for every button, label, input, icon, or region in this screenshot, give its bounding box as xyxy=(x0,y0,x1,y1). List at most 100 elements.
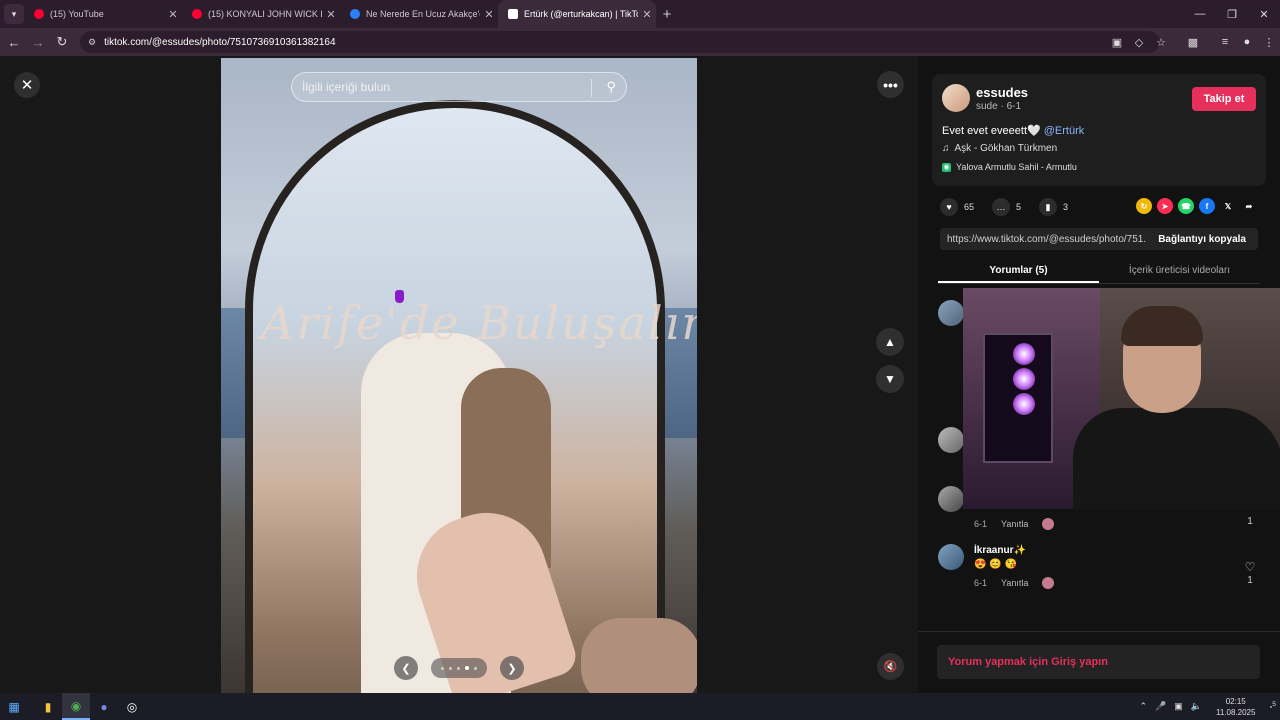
tab-tiktok[interactable]: Ertürk (@erturkakcan) | TikTok ✕ xyxy=(498,0,656,28)
comment-avatar[interactable] xyxy=(938,427,964,453)
login-to-comment-button[interactable]: Yorum yapmak için Giriş yapın xyxy=(937,645,1260,679)
new-tab-button[interactable]: + xyxy=(656,6,678,23)
comment-avatar[interactable] xyxy=(938,486,964,512)
comment-icon[interactable]: … xyxy=(992,198,1011,216)
more-options-icon[interactable]: ••• xyxy=(877,71,904,98)
url-text: tiktok.com/@essudes/photo/75107369103613… xyxy=(104,36,336,48)
heart-icon[interactable]: ♡ xyxy=(1243,560,1257,574)
share-arrow-icon[interactable]: ➦ xyxy=(1241,198,1257,214)
previous-post-button[interactable]: ▲ xyxy=(876,328,904,356)
send-icon[interactable]: ➤ xyxy=(1157,198,1173,214)
back-icon[interactable]: ← xyxy=(2,35,26,50)
reload-icon[interactable]: ↻ xyxy=(50,34,74,50)
music-link[interactable]: ♫ Aşk - Gökhan Türkmen xyxy=(942,143,1057,154)
tab-comments[interactable]: Yorumlar (5) xyxy=(938,260,1099,283)
tab-label: (15) KONYALI JOHN WICK EV 2! xyxy=(208,9,322,19)
site-info-icon[interactable]: ⚙ xyxy=(88,37,96,48)
music-note-icon: ♫ xyxy=(942,143,953,154)
reply-button[interactable]: Yanıtla xyxy=(1001,519,1028,529)
close-window-icon[interactable]: ✕ xyxy=(1248,0,1280,28)
youtube-icon xyxy=(192,9,202,19)
windows-start-icon[interactable]: ▦ xyxy=(0,693,28,720)
tab-creator-videos[interactable]: İçerik üreticisi videoları xyxy=(1099,260,1260,283)
follow-button[interactable]: Takip et xyxy=(1192,87,1256,111)
close-tab-icon[interactable]: ✕ xyxy=(480,8,498,21)
comment-author[interactable]: İkraanur✨ xyxy=(974,545,1026,556)
close-tab-icon[interactable]: ✕ xyxy=(322,8,340,21)
menu-icon[interactable]: ⋮ xyxy=(1258,36,1280,49)
whatsapp-icon[interactable]: ☎ xyxy=(1178,198,1194,214)
post-actions: ♥ 65 … 5 ▮ 3 xyxy=(940,198,1086,216)
webcam-streamer-body xyxy=(1073,408,1280,509)
microphone-icon[interactable]: 🎤 xyxy=(1155,701,1166,712)
carousel-prev-icon[interactable]: ❮ xyxy=(394,656,418,680)
restore-icon[interactable]: ❐ xyxy=(1216,0,1248,28)
webcam-fan xyxy=(1013,368,1035,390)
mute-icon[interactable]: 🔇 xyxy=(877,653,904,680)
network-icon[interactable]: ▣ xyxy=(1174,701,1183,712)
carousel-dot-active[interactable] xyxy=(465,666,469,670)
close-tab-icon[interactable]: ✕ xyxy=(164,8,182,21)
next-post-button[interactable]: ▼ xyxy=(876,365,904,393)
bookmark-star-icon[interactable]: ☆ xyxy=(1150,36,1172,49)
install-app-icon[interactable]: ▣ xyxy=(1106,36,1128,49)
bookmark-icon[interactable]: ▮ xyxy=(1039,198,1058,216)
caption-mention[interactable]: @Ertürk xyxy=(1044,125,1085,137)
discord-icon[interactable]: ● xyxy=(90,693,118,720)
copy-link-button[interactable]: Bağlantıyı kopyala xyxy=(1146,234,1258,245)
carousel-dot[interactable] xyxy=(441,666,444,670)
tab-search-button[interactable]: ▾ xyxy=(4,4,24,24)
carousel-next-icon[interactable]: ❯ xyxy=(500,656,524,680)
location-link[interactable]: ◉ Yalova Armutlu Sahil - Armutlu xyxy=(942,162,1077,172)
minimize-icon[interactable]: — xyxy=(1184,0,1216,28)
tab-konyali[interactable]: (15) KONYALI JOHN WICK EV 2! ✕ xyxy=(182,0,340,28)
repost-icon[interactable]: ↻ xyxy=(1136,198,1152,214)
close-icon[interactable]: ✕ xyxy=(14,72,40,98)
comment-avatar[interactable] xyxy=(938,300,964,326)
comment-meta: 6-1 Yanıtla xyxy=(974,577,1055,589)
comment-avatar[interactable] xyxy=(938,544,964,570)
author-username[interactable]: essudes xyxy=(976,85,1028,100)
comment-like-count: 1 xyxy=(1247,575,1253,586)
notification-icon[interactable]: ▫5 xyxy=(1269,701,1276,712)
photo-sleeve xyxy=(581,618,697,693)
x-icon[interactable]: 𝕏 xyxy=(1220,198,1236,214)
post-photo[interactable]: Arife'de Buluşalım xyxy=(221,58,697,693)
photo-carousel: ❮ ❯ xyxy=(394,656,524,680)
related-search-input[interactable]: İlgili içeriği bulun ⚲ xyxy=(291,72,627,102)
profile-avatar[interactable]: ● xyxy=(1236,36,1258,48)
tab-akakce[interactable]: Ne Nerede En Ucuz Akakçe'de ✕ xyxy=(340,0,498,28)
post-link-url[interactable]: https://www.tiktok.com/@essudes/photo/75… xyxy=(940,234,1146,245)
avatar[interactable] xyxy=(942,84,970,112)
carousel-dots xyxy=(431,658,487,678)
system-tray: ⌃ 🎤 ▣ 🔈 02:15 11.08.2025 ▫5 xyxy=(1136,693,1280,720)
comment-like-count: 1 xyxy=(1247,516,1253,527)
file-explorer-icon[interactable]: ▮ xyxy=(34,693,62,720)
facebook-icon[interactable]: f xyxy=(1199,198,1215,214)
volume-icon[interactable]: 🔈 xyxy=(1191,701,1202,712)
url-field[interactable]: ⚙ tiktok.com/@essudes/photo/751073691036… xyxy=(80,31,1160,53)
search-icon[interactable]: ⚲ xyxy=(606,79,616,95)
reply-button[interactable]: Yanıtla xyxy=(1001,578,1028,588)
translate-icon[interactable]: ◇ xyxy=(1128,36,1150,49)
webcam-streamer-hair xyxy=(1121,306,1203,346)
media-icon[interactable]: ≡ xyxy=(1214,36,1236,48)
chrome-icon[interactable]: ◉ xyxy=(62,693,90,720)
carousel-dot[interactable] xyxy=(449,666,452,670)
extensions-icon[interactable]: ▩ xyxy=(1182,36,1204,49)
carousel-dot[interactable] xyxy=(474,666,477,670)
forward-icon[interactable]: → xyxy=(26,35,50,50)
tray-chevron-icon[interactable]: ⌃ xyxy=(1140,701,1148,712)
close-tab-icon[interactable]: ✕ xyxy=(638,8,656,21)
caption-text: Evet evet eveeett🤍 xyxy=(942,125,1041,137)
share-buttons: ↻ ➤ ☎ f 𝕏 ➦ xyxy=(1136,198,1257,214)
tiktok-icon xyxy=(508,9,518,19)
tab-youtube[interactable]: (15) YouTube ✕ xyxy=(24,0,182,28)
clock[interactable]: 02:15 11.08.2025 xyxy=(1216,696,1255,718)
like-count: 65 xyxy=(964,202,975,212)
app-icon[interactable]: ◎ xyxy=(118,693,146,720)
heart-icon[interactable]: ♥ xyxy=(940,198,958,216)
comment-tabs: Yorumlar (5) İçerik üreticisi videoları xyxy=(938,260,1260,284)
carousel-dot[interactable] xyxy=(457,666,460,670)
creator-liked-avatar xyxy=(1042,518,1055,530)
